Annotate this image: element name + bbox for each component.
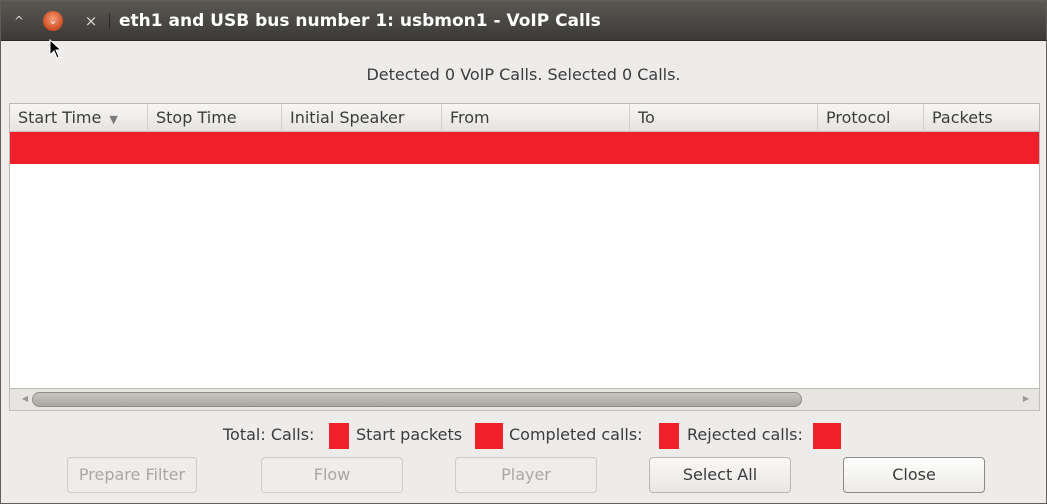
window-title: eth1 and USB bus number 1: usbmon1 - VoI…	[119, 11, 601, 31]
voip-calls-window: ^ ⌄ × eth1 and USB bus number 1: usbmon1…	[0, 0, 1047, 504]
column-packets[interactable]: Packets	[924, 104, 1039, 132]
title-bar: ^ ⌄ × eth1 and USB bus number 1: usbmon1…	[1, 1, 1046, 41]
column-start-time[interactable]: Start Time ▼	[10, 104, 148, 132]
column-protocol[interactable]: Protocol	[818, 104, 924, 132]
maximize-button[interactable]: ⌄	[43, 11, 63, 31]
scroll-left-icon[interactable]: ◀	[18, 392, 32, 406]
column-to[interactable]: To	[630, 104, 818, 132]
column-stop-time[interactable]: Stop Time	[148, 104, 282, 132]
voip-calls-list[interactable]: Start Time ▼ Stop Time Initial Speaker Fr…	[9, 103, 1040, 389]
rejected-calls-value-redacted	[813, 423, 841, 449]
completed-calls-value-redacted	[659, 423, 679, 449]
completed-calls-label: Completed calls:	[509, 425, 643, 444]
column-from[interactable]: From	[442, 104, 630, 132]
column-label: Start Time	[18, 108, 102, 127]
total-calls-value-redacted	[329, 423, 349, 449]
minimize-button[interactable]: ^	[9, 11, 29, 31]
player-button[interactable]: Player	[455, 457, 597, 493]
mouse-pointer-icon	[49, 39, 63, 59]
call-statistics: Total: Calls: Start packets Completed ca…	[1, 423, 1046, 449]
list-header: Start Time ▼ Stop Time Initial Speaker Fr…	[10, 104, 1039, 132]
close-window-button[interactable]: ×	[81, 11, 101, 31]
sort-descending-icon: ▼	[109, 113, 118, 126]
detected-calls-status: Detected 0 VoIP Calls. Selected 0 Calls.	[366, 65, 681, 84]
scrollbar-thumb[interactable]	[32, 392, 802, 407]
horizontal-scrollbar[interactable]: ◀ ▶	[9, 389, 1040, 411]
start-packets-label: Start packets	[356, 425, 463, 444]
start-packets-value-redacted	[475, 423, 503, 449]
scroll-right-icon[interactable]: ▶	[1019, 392, 1033, 406]
select-all-button[interactable]: Select All	[649, 457, 791, 493]
prepare-filter-button[interactable]: Prepare Filter	[67, 457, 197, 493]
rejected-calls-label: Rejected calls:	[687, 425, 803, 444]
total-calls-label: Total: Calls:	[223, 425, 315, 444]
title-separator	[109, 13, 110, 29]
column-initial-speaker[interactable]: Initial Speaker	[282, 104, 442, 132]
flow-button[interactable]: Flow	[261, 457, 403, 493]
selected-row-redacted[interactable]	[10, 132, 1039, 164]
close-button[interactable]: Close	[843, 457, 985, 493]
